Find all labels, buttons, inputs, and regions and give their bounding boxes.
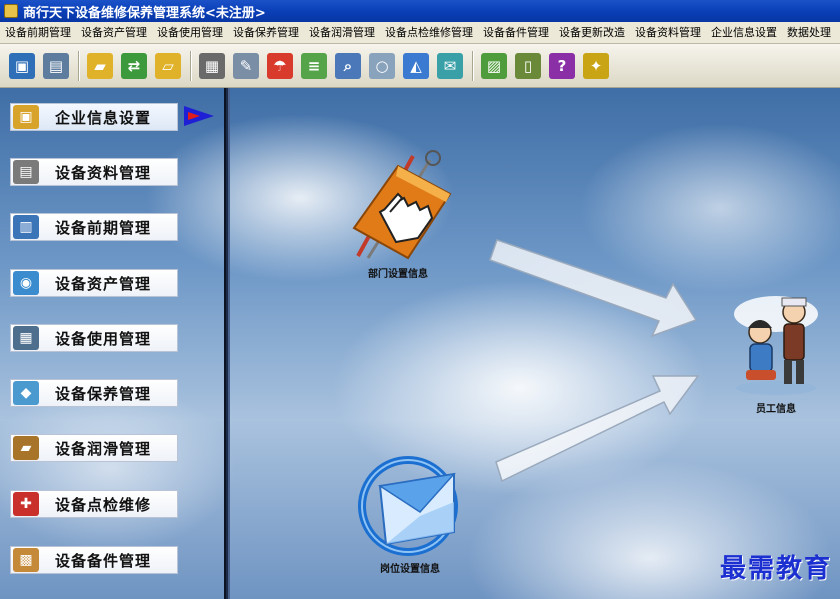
monitor-icon: ▣ xyxy=(9,52,35,79)
toolbar-button-magnifier-document[interactable]: ⌕ xyxy=(332,49,364,83)
toolbar-button-picture[interactable]: ▨ xyxy=(478,49,510,83)
employee-node[interactable]: 员工信息 xyxy=(726,284,826,415)
menu-item-2[interactable]: 设备使用管理 xyxy=(152,22,228,43)
department-node-label: 部门设置信息 xyxy=(368,269,428,280)
toolbar: ▣ ▤ ▰ ⇄ ▱ ▦ ✎ ☂ ≡ ⌕ ○ ◭ ✉ ▨ ▯? ✦ xyxy=(0,44,840,88)
toolbar-separator xyxy=(190,50,192,81)
toolbar-button-umbrella[interactable]: ☂ xyxy=(264,49,296,83)
folder-open-icon: ▱ xyxy=(155,52,181,79)
toolbar-button-mobile[interactable]: ▯ xyxy=(512,49,544,83)
menu-item-1[interactable]: 设备资产管理 xyxy=(76,22,152,43)
envelope-icon xyxy=(358,456,458,556)
toolbar-button-tools[interactable]: ✎ xyxy=(230,49,262,83)
toolbar-button-search[interactable]: ○ xyxy=(366,49,398,83)
toolbar-button-exchange[interactable]: ⇄ xyxy=(118,49,150,83)
exit-runner-icon: ✦ xyxy=(583,52,609,79)
toolbar-button-folder-open[interactable]: ▱ xyxy=(152,49,184,83)
toolbar-button-folder[interactable]: ▰ xyxy=(84,49,116,83)
printer-icon: ▤ xyxy=(43,52,69,79)
umbrella-icon: ☂ xyxy=(267,52,293,79)
bell-icon: ◭ xyxy=(403,52,429,79)
toolbar-button-monitor[interactable]: ▣ xyxy=(6,49,38,83)
toolbar-button-film[interactable]: ▦ xyxy=(196,49,228,83)
menu-item-7[interactable]: 设备更新改造 xyxy=(554,22,630,43)
menu-item-10[interactable]: 数据处理 xyxy=(782,22,836,43)
menu-item-5[interactable]: 设备点检维修管理 xyxy=(380,22,478,43)
toolbar-button-printer[interactable]: ▤ xyxy=(40,49,72,83)
film-icon: ▦ xyxy=(199,52,225,79)
employees-figure-icon xyxy=(734,296,818,395)
menu-bar: 设备前期管理 设备资产管理 设备使用管理 设备保养管理 设备润滑管理 设备点检维修管理 设备… xyxy=(0,22,840,44)
flow-arrow-position-to-employee xyxy=(495,375,700,483)
picture-icon: ▨ xyxy=(481,52,507,79)
toolbar-button-exit-runner[interactable]: ✦ xyxy=(580,49,612,83)
menu-item-8[interactable]: 设备资料管理 xyxy=(630,22,706,43)
menu-item-9[interactable]: 企业信息设置 xyxy=(706,22,782,43)
menu-item-3[interactable]: 设备保养管理 xyxy=(228,22,304,43)
menu-item-4[interactable]: 设备润滑管理 xyxy=(304,22,380,43)
tools-icon: ✎ xyxy=(233,52,259,79)
envelope-icon: ✉ xyxy=(437,52,463,79)
toolbar-separator xyxy=(472,50,474,81)
app-icon xyxy=(4,4,18,18)
toolbar-separator xyxy=(78,50,80,81)
menu-item-0[interactable]: 设备前期管理 xyxy=(0,22,76,43)
employee-node-label: 员工信息 xyxy=(756,404,796,415)
menu-item-6[interactable]: 设备备件管理 xyxy=(478,22,554,43)
toolbar-button-ledger[interactable]: ≡ xyxy=(298,49,330,83)
pointing-hand-icon xyxy=(352,150,452,260)
help-book-icon: ? xyxy=(549,52,575,79)
mobile-icon: ▯ xyxy=(515,52,541,79)
toolbar-button-envelope[interactable]: ✉ xyxy=(434,49,466,83)
toolbar-button-bell[interactable]: ◭ xyxy=(400,49,432,83)
exchange-icon: ⇄ xyxy=(121,52,147,79)
flow-arrow-department-to-employee xyxy=(489,239,698,338)
toolbar-button-help-book[interactable]: ? xyxy=(546,49,578,83)
position-node[interactable]: 岗位设置信息 xyxy=(350,446,470,575)
magnifier-document-icon: ⌕ xyxy=(335,52,361,79)
search-icon: ○ xyxy=(369,52,395,79)
workspace: ▣ 企业信息设置 ▤ 设备资料管理 ▥ 设备前期管理 ◉ 设备资产管理 ▦ 设备使用管理 ◆ 设备保养… xyxy=(0,88,840,599)
folder-icon: ▰ xyxy=(87,52,113,79)
position-node-label: 岗位设置信息 xyxy=(380,564,440,575)
title-bar: 商行天下设备维修保养管理系统<未注册> xyxy=(0,0,840,22)
watermark-text: 最需教育 xyxy=(719,554,832,584)
department-node[interactable]: 部门设置信息 xyxy=(338,146,458,280)
ledger-icon: ≡ xyxy=(301,52,327,79)
window-title: 商行天下设备维修保养管理系统<未注册> xyxy=(23,5,266,21)
